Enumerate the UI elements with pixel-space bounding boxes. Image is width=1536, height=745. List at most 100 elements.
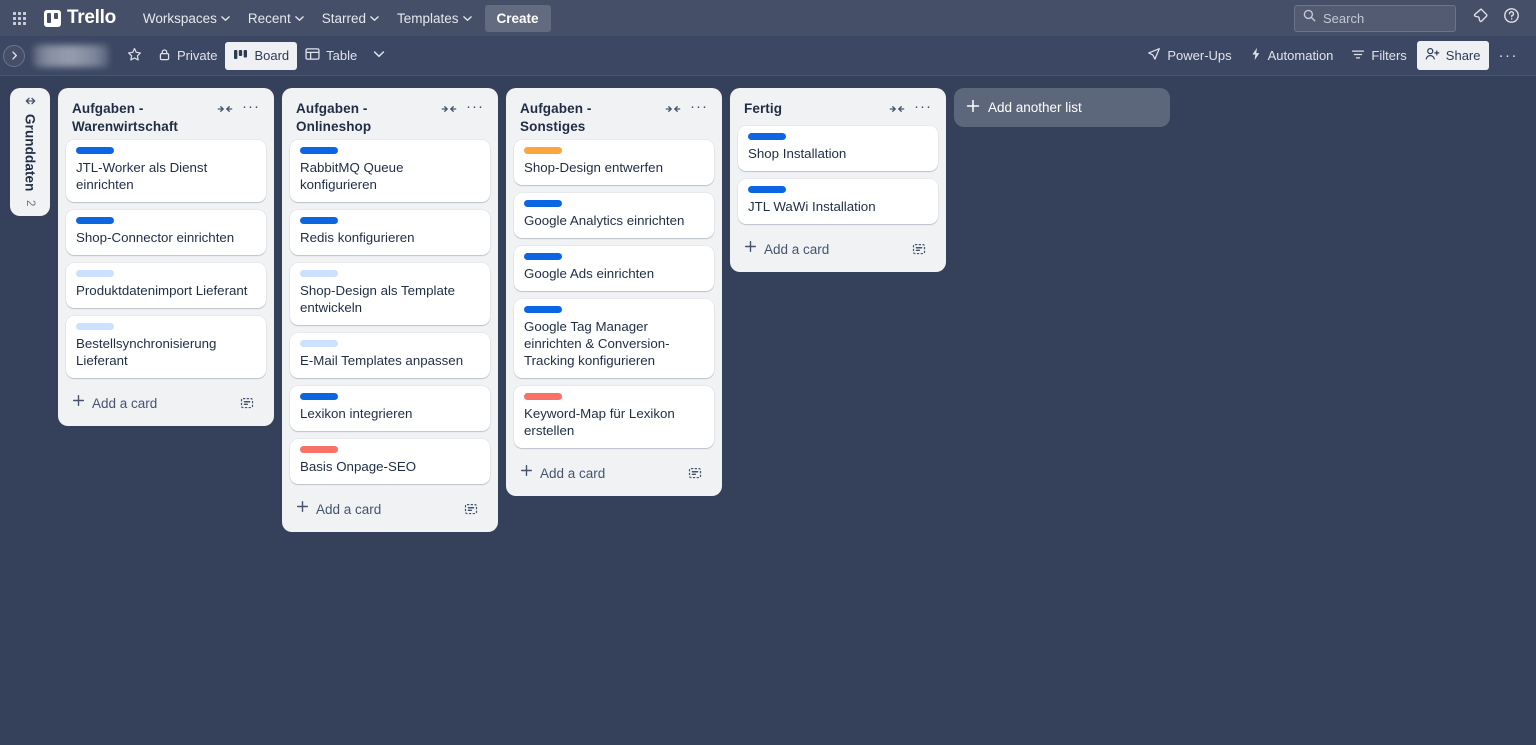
views-dropdown-button[interactable] xyxy=(365,42,393,69)
view-tab-table-label: Table xyxy=(326,48,358,63)
card[interactable]: JTL-Worker als Dienst einrichten xyxy=(66,140,266,202)
add-card-button[interactable]: Add a card xyxy=(738,230,938,268)
card[interactable]: Shop-Connector einrichten xyxy=(66,210,266,255)
lock-icon xyxy=(158,48,171,64)
view-tab-board[interactable]: Board xyxy=(225,41,298,70)
card[interactable]: Shop Installation xyxy=(738,126,938,171)
card-label[interactable] xyxy=(300,217,338,224)
list-actions-icon[interactable]: ··· xyxy=(240,98,262,120)
card-template-icon[interactable] xyxy=(908,238,930,260)
card-label[interactable] xyxy=(524,147,562,154)
card-template-icon[interactable] xyxy=(460,498,482,520)
add-card-button[interactable]: Add a card xyxy=(66,384,266,422)
list-title[interactable]: Fertig xyxy=(744,98,882,118)
card[interactable]: Shop-Design entwerfen xyxy=(514,140,714,185)
card[interactable]: Lexikon integrieren xyxy=(290,386,490,431)
list-aufgaben-warenwirtschaft: Aufgaben - Warenwirtschaft ··· JTL-Worke… xyxy=(58,88,274,426)
search-box[interactable] xyxy=(1294,4,1456,32)
table-view-icon xyxy=(305,47,320,64)
list-title[interactable]: Aufgaben - Onlineshop xyxy=(296,98,434,136)
card-label[interactable] xyxy=(524,393,562,400)
list-actions-icon[interactable]: ··· xyxy=(688,98,710,120)
card[interactable]: Google Tag Manager einrichten & Conversi… xyxy=(514,299,714,378)
power-ups-button[interactable]: Power-Ups xyxy=(1139,41,1239,70)
automation-button[interactable]: Automation xyxy=(1242,41,1342,70)
power-ups-icon xyxy=(1147,47,1161,64)
card-label[interactable] xyxy=(76,323,114,330)
list-actions-icon[interactable]: ··· xyxy=(464,98,486,120)
card-label[interactable] xyxy=(524,306,562,313)
list-actions-icon[interactable]: ··· xyxy=(912,98,934,120)
card[interactable]: RabbitMQ Queue konfigurieren xyxy=(290,140,490,202)
expand-horizontal-icon xyxy=(22,96,39,106)
share-button[interactable]: Share xyxy=(1416,41,1489,70)
card-label[interactable] xyxy=(76,217,114,224)
board-menu-button[interactable]: ··· xyxy=(1491,42,1527,69)
card-title: Shop-Connector einrichten xyxy=(76,230,235,245)
nav-workspaces-label: Workspaces xyxy=(142,10,217,26)
card[interactable]: Keyword-Map für Lexikon erstellen xyxy=(514,386,714,448)
add-card-button[interactable]: Add a card xyxy=(514,454,714,492)
card-label[interactable] xyxy=(524,200,562,207)
card-title: Basis Onpage-SEO xyxy=(300,459,417,474)
add-card-button[interactable]: Add a card xyxy=(290,490,490,528)
notification-bell-icon xyxy=(1472,7,1489,29)
card-label[interactable] xyxy=(300,340,338,347)
card[interactable]: Redis konfigurieren xyxy=(290,210,490,255)
card-title: Google Tag Manager einrichten & Conversi… xyxy=(524,319,670,368)
add-another-list-button[interactable]: Add another list xyxy=(954,88,1170,127)
collapse-list-icon[interactable] xyxy=(214,98,236,120)
card-title: Lexikon integrieren xyxy=(300,406,413,421)
card-label[interactable] xyxy=(76,147,114,154)
card-label[interactable] xyxy=(524,253,562,260)
list-fertig: Fertig ··· Shop Installation JTL WaWi In… xyxy=(730,88,946,272)
nav-workspaces[interactable]: Workspaces xyxy=(134,5,239,32)
card[interactable]: Bestellsynchronisierung Lieferant xyxy=(66,316,266,378)
collapse-list-icon[interactable] xyxy=(886,98,908,120)
app-switcher-button[interactable] xyxy=(6,5,32,31)
collapse-list-icon[interactable] xyxy=(662,98,684,120)
trello-home-link[interactable]: Trello xyxy=(38,4,122,32)
add-card-label: Add a card xyxy=(764,241,830,257)
card-label[interactable] xyxy=(300,446,338,453)
card-label[interactable] xyxy=(748,186,786,193)
board-visibility-button[interactable]: Private xyxy=(150,42,225,70)
card[interactable]: Produktdatenimport Lieferant xyxy=(66,263,266,308)
help-button[interactable] xyxy=(1497,4,1526,33)
nav-recent[interactable]: Recent xyxy=(239,5,313,32)
collapse-list-icon[interactable] xyxy=(438,98,460,120)
notifications-button[interactable] xyxy=(1466,4,1495,33)
card-label[interactable] xyxy=(300,147,338,154)
nav-starred[interactable]: Starred xyxy=(313,5,388,32)
card-template-icon[interactable] xyxy=(236,392,258,414)
card[interactable]: Google Ads einrichten xyxy=(514,246,714,291)
card[interactable]: Basis Onpage-SEO xyxy=(290,439,490,484)
card[interactable]: E-Mail Templates anpassen xyxy=(290,333,490,378)
star-board-button[interactable] xyxy=(119,41,150,71)
automation-label: Automation xyxy=(1267,48,1334,63)
nav-templates[interactable]: Templates xyxy=(388,5,481,32)
trello-logo-icon xyxy=(44,9,61,27)
card-title: Shop-Design als Template entwickeln xyxy=(300,283,455,315)
sidebar-expand-button[interactable] xyxy=(3,44,25,67)
card-label[interactable] xyxy=(300,270,338,277)
add-card-label: Add a card xyxy=(92,395,158,411)
search-input[interactable] xyxy=(1323,10,1447,26)
list-title[interactable]: Aufgaben - Sonstiges xyxy=(520,98,658,136)
card[interactable]: JTL WaWi Installation xyxy=(738,179,938,224)
create-button[interactable]: Create xyxy=(484,4,551,32)
card-label[interactable] xyxy=(300,393,338,400)
plus-icon xyxy=(72,394,85,412)
help-circle-icon xyxy=(1503,7,1520,29)
card[interactable]: Google Analytics einrichten xyxy=(514,193,714,238)
card-title: Google Ads einrichten xyxy=(524,266,655,281)
card-title: Redis konfigurieren xyxy=(300,230,415,245)
collapsed-list-grunddaten[interactable]: Grunddaten 2 xyxy=(10,88,50,216)
card-label[interactable] xyxy=(748,133,786,140)
view-tab-table[interactable]: Table xyxy=(297,41,365,70)
filters-button[interactable]: Filters xyxy=(1343,42,1414,70)
card-label[interactable] xyxy=(76,270,114,277)
list-title[interactable]: Aufgaben - Warenwirtschaft xyxy=(72,98,210,136)
card[interactable]: Shop-Design als Template entwickeln xyxy=(290,263,490,325)
card-template-icon[interactable] xyxy=(684,462,706,484)
